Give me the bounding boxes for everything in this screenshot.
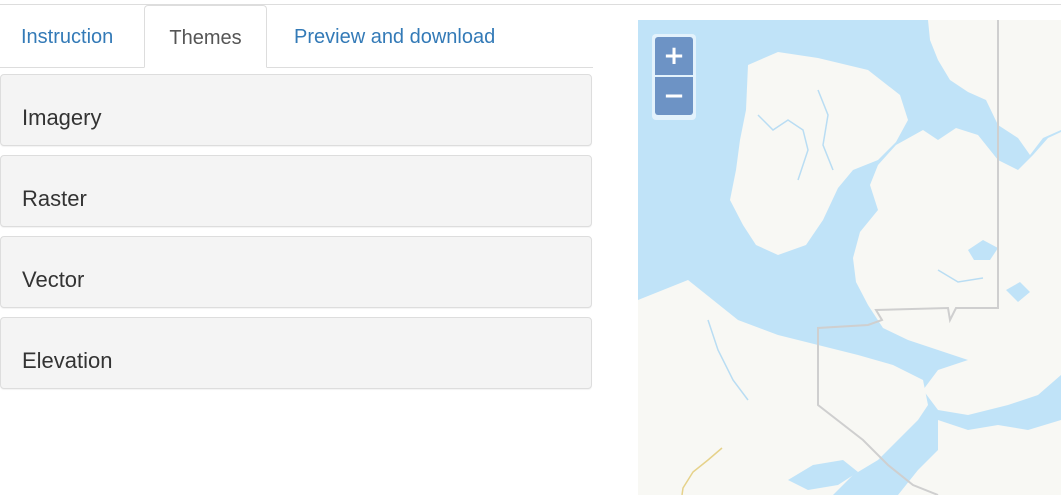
land-area — [898, 420, 1061, 495]
zoom-in-button[interactable]: + — [655, 37, 693, 75]
panel-elevation-title: Elevation — [22, 348, 113, 373]
zoom-out-button[interactable]: − — [655, 77, 693, 115]
zoom-control: + − — [652, 34, 696, 120]
tab-themes[interactable]: Themes — [144, 5, 267, 68]
panel-raster-title: Raster — [22, 186, 87, 211]
panel-elevation[interactable]: Elevation — [0, 317, 592, 389]
map-tiles — [638, 20, 1061, 495]
tab-instruction[interactable]: Instruction — [0, 5, 134, 66]
tab-bar: Instruction Themes Preview and download — [0, 5, 593, 68]
map-view[interactable]: + − — [638, 20, 1061, 495]
panel-vector-title: Vector — [22, 267, 85, 292]
panel-imagery-title: Imagery — [22, 105, 102, 130]
panel-imagery[interactable]: Imagery — [0, 74, 592, 146]
tab-preview-and-download[interactable]: Preview and download — [273, 5, 516, 66]
panel-raster[interactable]: Raster — [0, 155, 592, 227]
panel-vector[interactable]: Vector — [0, 236, 592, 308]
